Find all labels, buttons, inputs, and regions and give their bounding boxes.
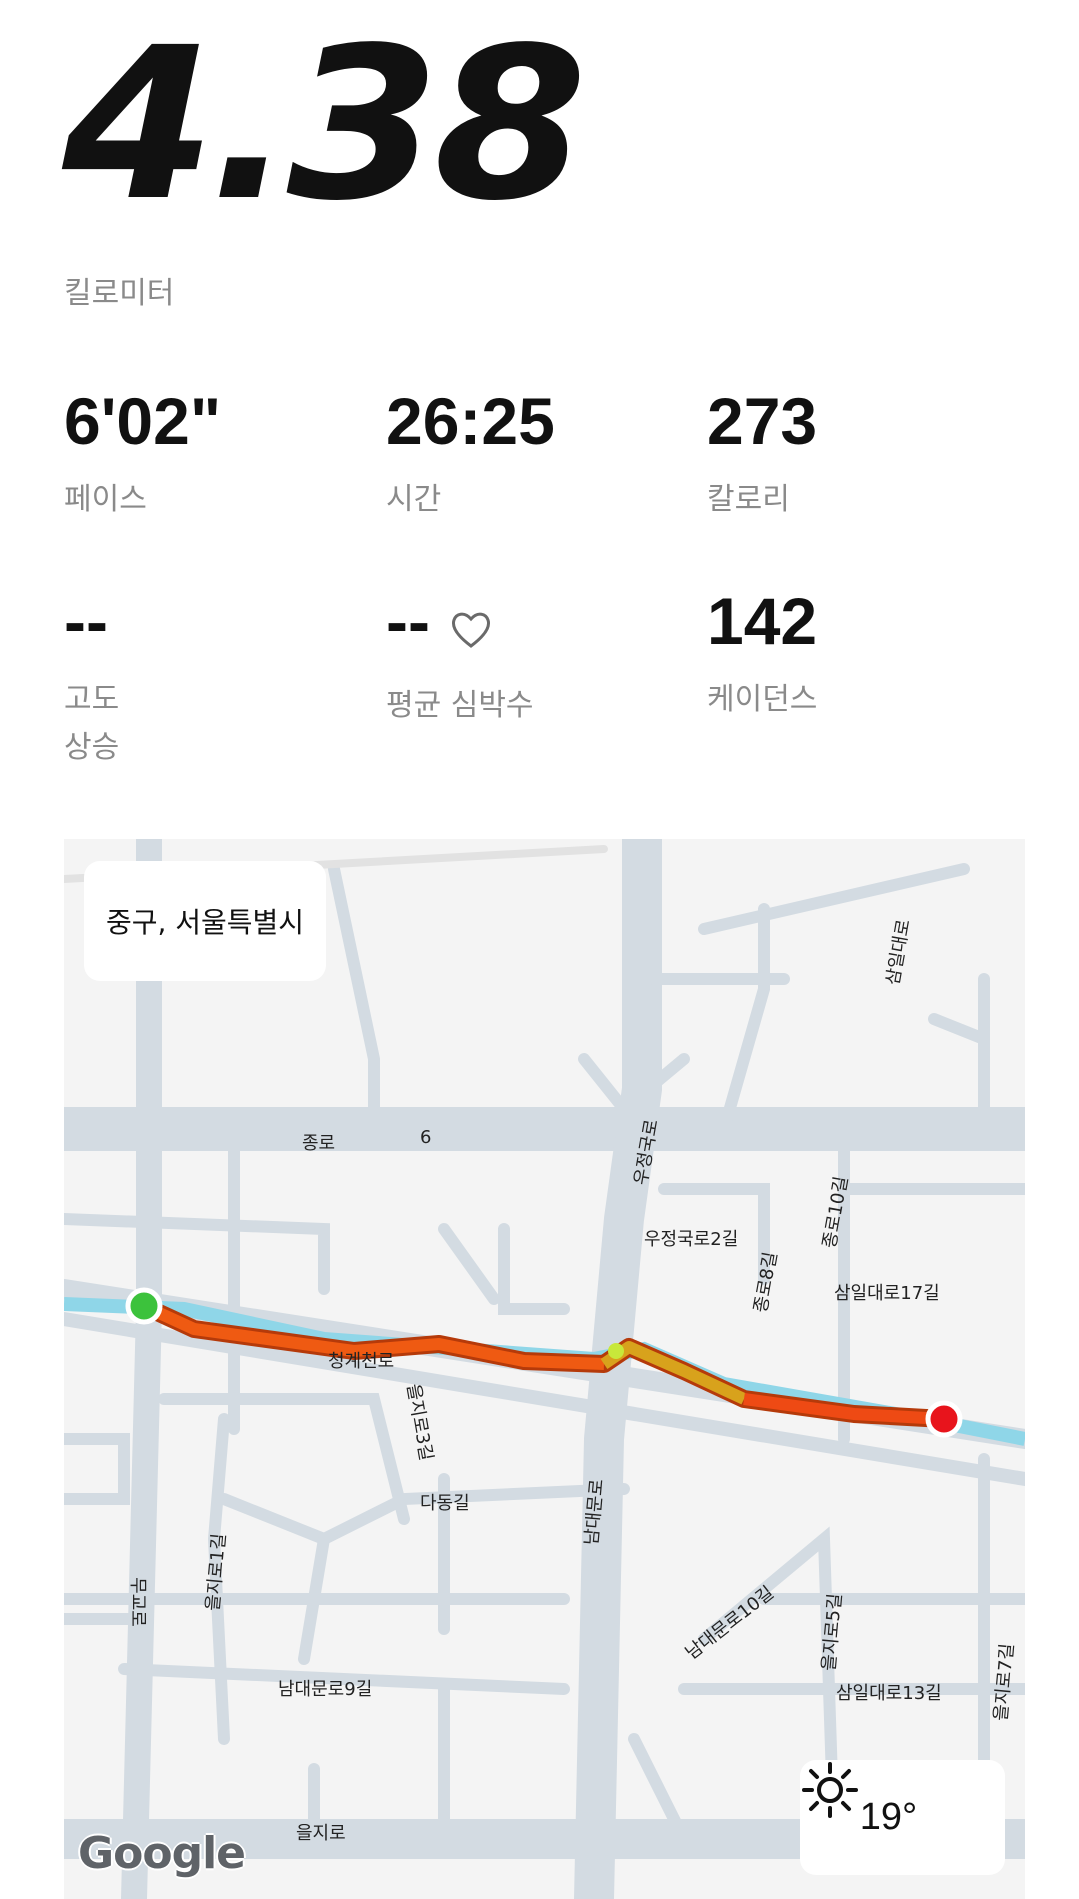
pace-value: 6'02" — [64, 384, 222, 458]
street-label: 6 — [420, 1127, 432, 1148]
street-label: 남대문로9길 — [278, 1679, 373, 1700]
heart-rate-value: -- — [386, 584, 430, 658]
street-label: 청계천로 — [328, 1351, 395, 1372]
street-label: 무교로 — [126, 1577, 148, 1627]
distance-unit: 킬로미터 — [64, 276, 175, 311]
distance-value: 4.38 — [62, 2, 587, 247]
calories-value: 273 — [707, 384, 818, 458]
stat-calories: 273 칼로리 — [707, 388, 817, 524]
heart-rate-label: 평균 심박수 — [386, 687, 534, 723]
weather-card: 19° — [800, 1760, 1005, 1875]
pace-label: 페이스 — [64, 482, 147, 517]
heart-icon — [450, 594, 492, 660]
route-map[interactable]: 종로 6 우정국로 우정국로2길 종로10길 종로8길 삼일대로17길 청계천로… — [64, 839, 1025, 1899]
stat-heart-rate: -- 평균 심박수 — [386, 588, 534, 730]
route-end-marker — [925, 1400, 963, 1438]
stat-cadence: 142 케이던스 — [707, 588, 817, 724]
calories-label: 칼로리 — [707, 482, 790, 517]
time-label: 시간 — [386, 482, 442, 517]
stat-elevation: -- 고도 상승 — [64, 588, 119, 772]
stat-pace: 6'02" 페이스 — [64, 388, 221, 524]
time-value: 26:25 — [386, 384, 555, 458]
street-label: 우정국로2길 — [644, 1229, 739, 1250]
street-label: 삼일대로13길 — [836, 1683, 942, 1704]
street-label: 삼일대로17길 — [834, 1283, 940, 1304]
stat-time: 26:25 시간 — [386, 388, 555, 524]
location-card: 중구, 서울특별시 — [84, 861, 326, 981]
cadence-label: 케이던스 — [707, 682, 818, 717]
temperature: 19° — [859, 1796, 918, 1838]
location-name: 중구, 서울특별시 — [105, 906, 305, 939]
map-roads — [64, 839, 1025, 1899]
heart-rate-row: -- — [386, 588, 534, 660]
street-label: 종로 — [302, 1133, 336, 1154]
route-start-marker — [125, 1287, 163, 1325]
street-label: 다동길 — [420, 1493, 470, 1514]
elevation-value: -- — [64, 584, 108, 658]
elevation-label: 고도 상승 — [64, 682, 120, 765]
street-label: 을지로 — [296, 1823, 346, 1844]
google-logo: Google — [78, 1828, 246, 1879]
cadence-value: 142 — [707, 584, 818, 658]
